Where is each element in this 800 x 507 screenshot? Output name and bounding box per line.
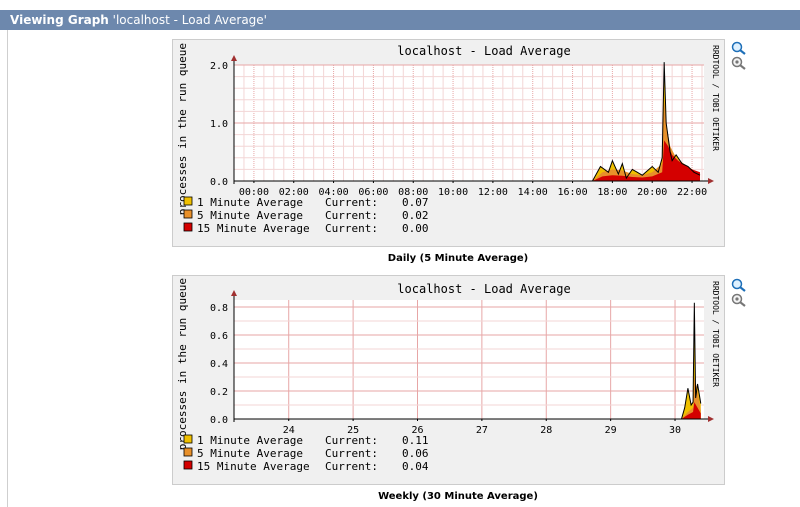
x-axis-arrow <box>708 416 714 422</box>
plot-area <box>234 300 704 419</box>
y-tick-label: 0.8 <box>210 303 228 314</box>
legend-label: 5 Minute Average <box>197 209 303 222</box>
graph-daily-caption: Daily (5 Minute Average) <box>387 253 529 264</box>
zoom-settings-icon[interactable] <box>731 292 747 311</box>
legend-current-value: 0.06 <box>402 447 429 460</box>
x-tick-label: 30 <box>669 425 681 436</box>
legend-current-label: Current: <box>325 209 378 222</box>
y-tick-label: 0.0 <box>210 415 228 426</box>
legend-current-label: Current: <box>325 434 378 447</box>
graph-weekly-caption: Weekly (30 Minute Average) <box>378 491 538 502</box>
x-tick-label: 27 <box>476 425 488 436</box>
legend-current-value: 0.02 <box>402 209 429 222</box>
legend-label: 1 Minute Average <box>197 196 303 209</box>
y-axis-label: processes in the run queue <box>176 278 189 450</box>
legend-current-value: 0.00 <box>402 222 429 235</box>
legend-current-label: Current: <box>325 222 378 235</box>
x-tick-label: 18:00 <box>597 187 627 198</box>
x-tick-label: 20:00 <box>637 187 667 198</box>
page-title-graph-name: 'localhost - Load Average' <box>112 13 267 27</box>
legend-swatch <box>183 222 193 232</box>
y-axis-arrow <box>231 55 237 61</box>
legend-current-label: Current: <box>325 447 378 460</box>
left-border <box>7 30 8 507</box>
legend-current-value: 0.11 <box>402 434 429 447</box>
x-tick-label: 22:00 <box>677 187 707 198</box>
x-tick-label: 12:00 <box>478 187 508 198</box>
page-title-bar: Viewing Graph 'localhost - Load Average' <box>0 10 800 30</box>
graph-daily-image: 2.01.00.000:00 02:00 04:00 06:00 08:00 10:00 1… <box>176 43 720 235</box>
graph-weekly-image: 0.80.60.40.20.024 25 26 27 28 29 30localhost -… <box>176 278 720 473</box>
y-tick-label: 1.0 <box>210 119 228 130</box>
legend-current-label: Current: <box>325 460 378 473</box>
chart-title: localhost - Load Average <box>397 44 570 58</box>
legend-label: 1 Minute Average <box>197 434 303 447</box>
x-tick-label: 16:00 <box>558 187 588 198</box>
x-tick-label: 28 <box>540 425 552 436</box>
x-tick-label: 14:00 <box>518 187 548 198</box>
y-axis-arrow <box>231 290 237 296</box>
watermark-text: RRDTOOL / TOBI OETIKER <box>711 45 720 151</box>
legend-swatch <box>183 434 193 444</box>
legend-label: 5 Minute Average <box>197 447 303 460</box>
legend-swatch <box>183 209 193 219</box>
legend-current-value: 0.07 <box>402 196 429 209</box>
chart-title: localhost - Load Average <box>397 282 570 296</box>
y-tick-label: 0.4 <box>210 359 228 370</box>
x-tick-label: 10:00 <box>438 187 468 198</box>
legend-current-label: Current: <box>325 196 378 209</box>
y-axis-label: processes in the run queue <box>176 43 189 215</box>
page-title-lead: Viewing Graph <box>10 13 109 27</box>
graph-weekly: 0.8 0.6 0.4 0.2 0.0 24 25 26 27 28 29 30 localhost -… <box>172 275 725 485</box>
legend-label: 15 Minute Average <box>197 460 310 473</box>
legend-swatch <box>183 460 193 470</box>
zoom-settings-icon[interactable] <box>731 55 747 74</box>
legend-label: 15 Minute Average <box>197 222 310 235</box>
legend-swatch <box>183 196 193 206</box>
y-tick-label: 0.0 <box>210 177 228 188</box>
y-tick-label: 0.2 <box>210 387 228 398</box>
graph-daily: 2.0 1.0 0.0 00:00 02:00 04:00 06:00 08:00 10:00 1… <box>172 39 725 247</box>
y-tick-label: 0.6 <box>210 331 228 342</box>
x-axis-arrow <box>708 178 714 184</box>
watermark-text: RRDTOOL / TOBI OETIKER <box>711 281 720 387</box>
legend-current-value: 0.04 <box>402 460 429 473</box>
y-tick-label: 2.0 <box>210 61 228 72</box>
legend-swatch <box>183 447 193 457</box>
x-tick-label: 29 <box>605 425 617 436</box>
